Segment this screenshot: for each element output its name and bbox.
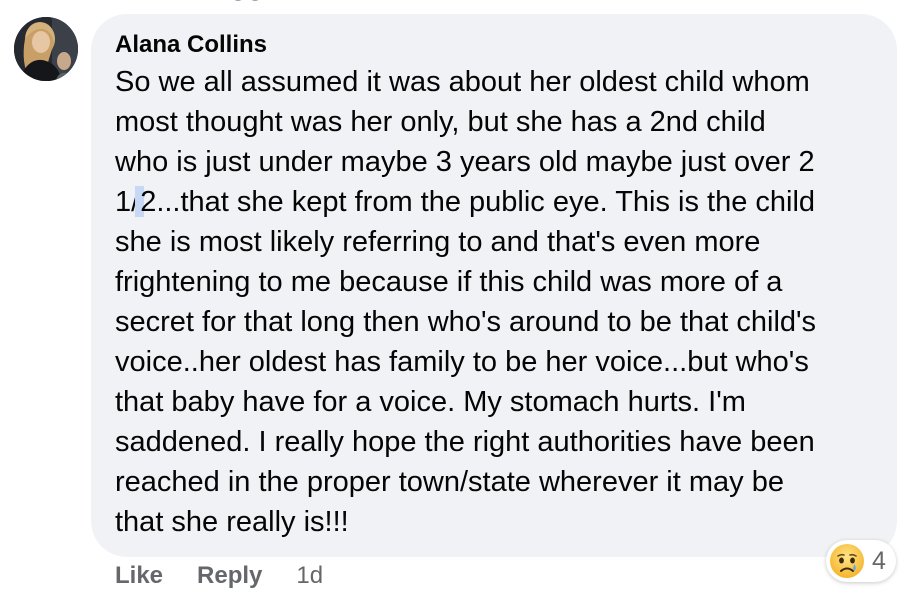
comment-line: who is just under maybe 3 years old mayb… xyxy=(115,146,815,178)
sad-face-icon xyxy=(830,544,864,578)
comment-line: frightening to me because if this child … xyxy=(115,266,783,298)
previous-comment-fragment xyxy=(234,0,259,1)
comment-line: she is most likely referring to and that… xyxy=(115,226,761,258)
avatar[interactable] xyxy=(14,17,78,81)
timestamp[interactable]: 1d xyxy=(296,562,323,590)
comment-thread: Alana Collins So we all assumed it was a… xyxy=(0,0,910,602)
comment-line-fragment: 2...that she kept from the public eye. T… xyxy=(140,186,816,218)
comment-line: that baby have for a voice. My stomach h… xyxy=(115,386,746,418)
comment-line: secret for that long then who's around t… xyxy=(115,306,817,338)
comment-line: saddened. I really hope the right author… xyxy=(115,426,815,458)
comment-actions: Like Reply 1d xyxy=(115,560,323,592)
like-button[interactable]: Like xyxy=(115,562,163,590)
comment-line: that she really is!!! xyxy=(115,506,349,538)
comment-bubble: Alana Collins So we all assumed it was a… xyxy=(91,14,897,557)
comment-text: So we all assumed it was about her oldes… xyxy=(115,62,885,542)
reaction-summary[interactable]: 4 xyxy=(826,540,896,582)
comment-line: voice..her oldest has family to be her v… xyxy=(115,346,809,378)
comment-author[interactable]: Alana Collins xyxy=(115,30,267,60)
comment-line: So we all assumed it was about her oldes… xyxy=(115,66,810,98)
comment-line: 1/2...that she kept from the public eye.… xyxy=(115,182,885,222)
reply-button[interactable]: Reply xyxy=(197,562,262,590)
comment-line: reached in the proper town/state whereve… xyxy=(115,466,784,498)
profile-photo xyxy=(14,17,78,81)
comment-line: most thought was her only, but she has a… xyxy=(115,106,766,138)
reaction-count: 4 xyxy=(872,546,886,575)
